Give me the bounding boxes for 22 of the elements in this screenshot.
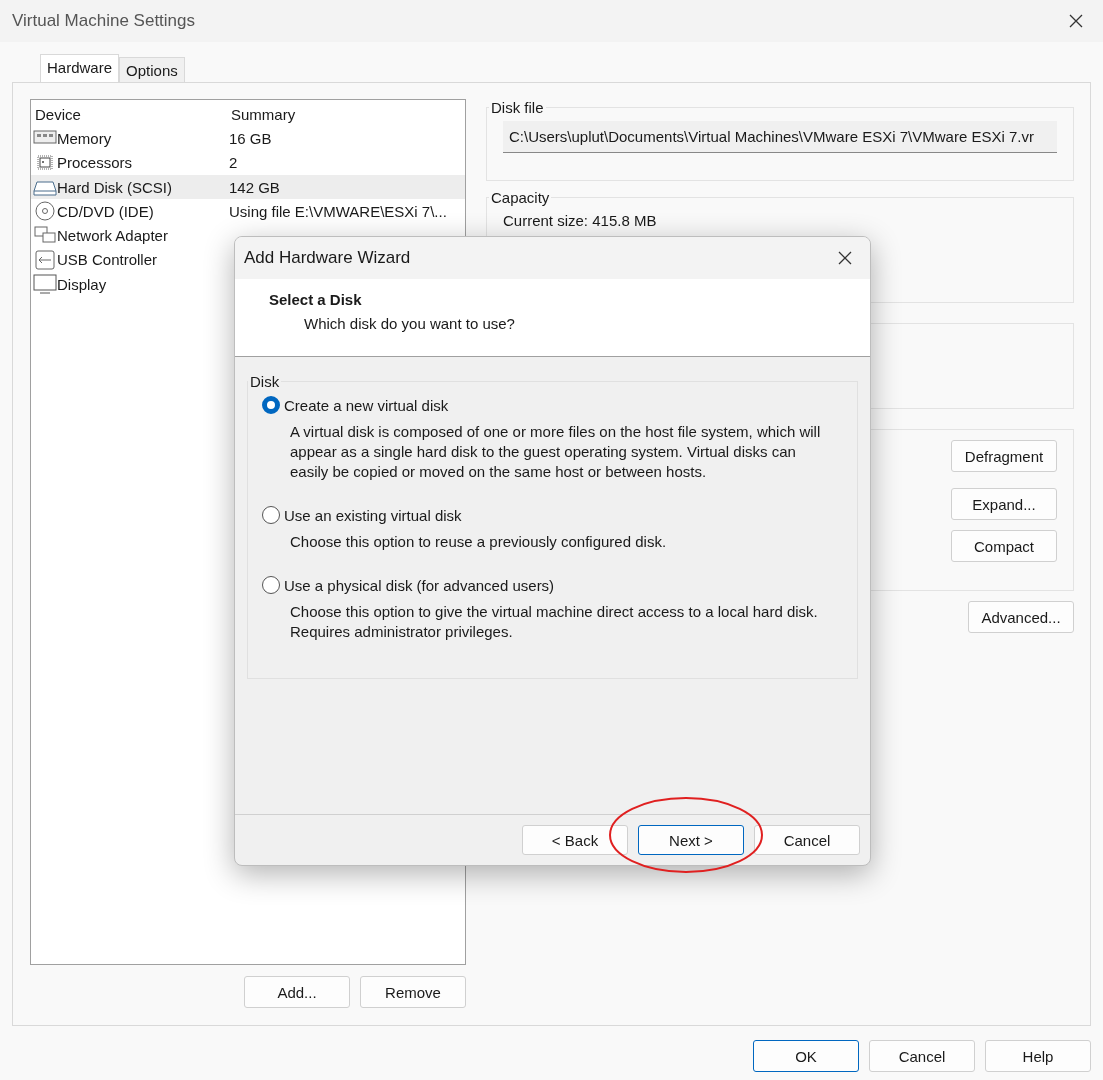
- option-description: A virtual disk is composed of one or more files on the host file system, which will appear as a single hard disk to the guest operating system. Virtual disks can easily be copied or moved on the same host or between hosts.: [290, 422, 822, 482]
- option-description: Choose this option to reuse a previously configured disk.: [290, 532, 668, 552]
- group-label: Capacity: [490, 189, 551, 206]
- window-title: Virtual Machine Settings: [12, 11, 195, 31]
- device-name: Processors: [57, 154, 133, 172]
- group-label: Disk file: [490, 99, 545, 116]
- device-name: CD/DVD (IDE): [57, 202, 154, 220]
- device-summary: 2: [229, 154, 239, 172]
- device-summary: 142 GB: [229, 178, 281, 196]
- device-name: Display: [57, 275, 107, 293]
- dialog-title: Add Hardware Wizard: [244, 248, 411, 268]
- device-name: Network Adapter: [57, 227, 168, 245]
- device-summary: Using file E:\VMWARE\ESXi 7\...: [229, 202, 448, 220]
- dialog-heading: Select a Disk: [269, 291, 363, 308]
- option-description: Choose this option to give the virtual machine direct access to a local hard disk. Requires administrator privileges.: [290, 602, 819, 642]
- device-name: USB Controller: [57, 251, 158, 269]
- group-label: Disk: [249, 373, 281, 390]
- dialog-subheading: Which disk do you want to use?: [304, 315, 516, 332]
- current-size-text: Current size: 415.8 MB: [503, 212, 658, 229]
- device-summary: 16 GB: [229, 129, 273, 147]
- device-name: Memory: [57, 129, 112, 147]
- device-name: Hard Disk (SCSI): [57, 178, 172, 196]
